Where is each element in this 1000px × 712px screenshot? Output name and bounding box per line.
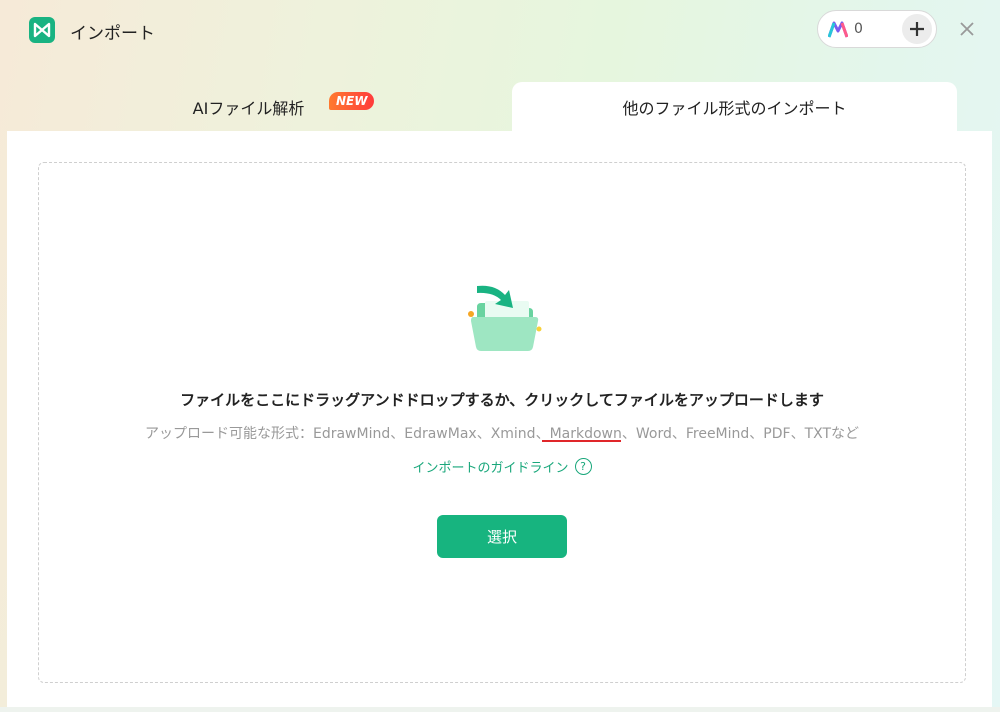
close-icon bbox=[960, 22, 974, 36]
import-guide-label[interactable]: インポートのガイドライン bbox=[412, 457, 568, 476]
app-logo-icon bbox=[29, 17, 55, 43]
credits-widget[interactable]: 0 bbox=[817, 10, 937, 48]
window-title: インポート bbox=[70, 24, 155, 44]
file-drop-zone[interactable]: ファイルをここにドラッグアンドドロップするか、クリックしてファイルをアップロード… bbox=[38, 162, 966, 683]
credits-count: 0 bbox=[854, 21, 863, 37]
tab-other-format-import[interactable]: 他のファイル形式のインポート bbox=[512, 82, 957, 131]
new-badge: NEW bbox=[329, 92, 375, 110]
close-button[interactable] bbox=[956, 18, 978, 40]
tab-ai-label: AIファイル解析 bbox=[192, 98, 305, 118]
help-icon[interactable]: ? bbox=[574, 458, 592, 475]
supported-formats: アップロード可能な形式：EdrawMind、EdrawMax、Xmind、Mar… bbox=[39, 423, 965, 443]
plus-icon bbox=[910, 22, 924, 36]
select-file-button[interactable]: 選択 bbox=[437, 515, 567, 558]
import-guide-link[interactable]: インポートのガイドライン ? bbox=[39, 457, 965, 476]
folder-upload-icon bbox=[459, 281, 549, 365]
add-credits-button[interactable] bbox=[902, 14, 932, 44]
tab-import-label: 他のファイル形式のインポート bbox=[622, 98, 847, 118]
import-panel: ファイルをここにドラッグアンドドロップするか、クリックしてファイルをアップロード… bbox=[7, 131, 992, 707]
bottom-edge bbox=[0, 707, 1000, 712]
markdown-underline-annotation bbox=[542, 440, 621, 442]
formats-prefix: アップロード可能な形式： bbox=[144, 426, 313, 442]
tab-bar: AIファイル解析 NEW 他のファイル形式のインポート bbox=[7, 82, 992, 131]
title-bar: インポート 0 bbox=[0, 0, 1000, 60]
tab-ai-file-analysis[interactable]: AIファイル解析 NEW bbox=[7, 82, 510, 131]
credits-logo-icon bbox=[827, 21, 849, 43]
drop-instructions: ファイルをここにドラッグアンドドロップするか、クリックしてファイルをアップロード… bbox=[180, 391, 824, 409]
import-dialog: インポート 0 AIファイル解析 NEW 他のファイル形式のインポート ファイル… bbox=[0, 0, 1000, 712]
